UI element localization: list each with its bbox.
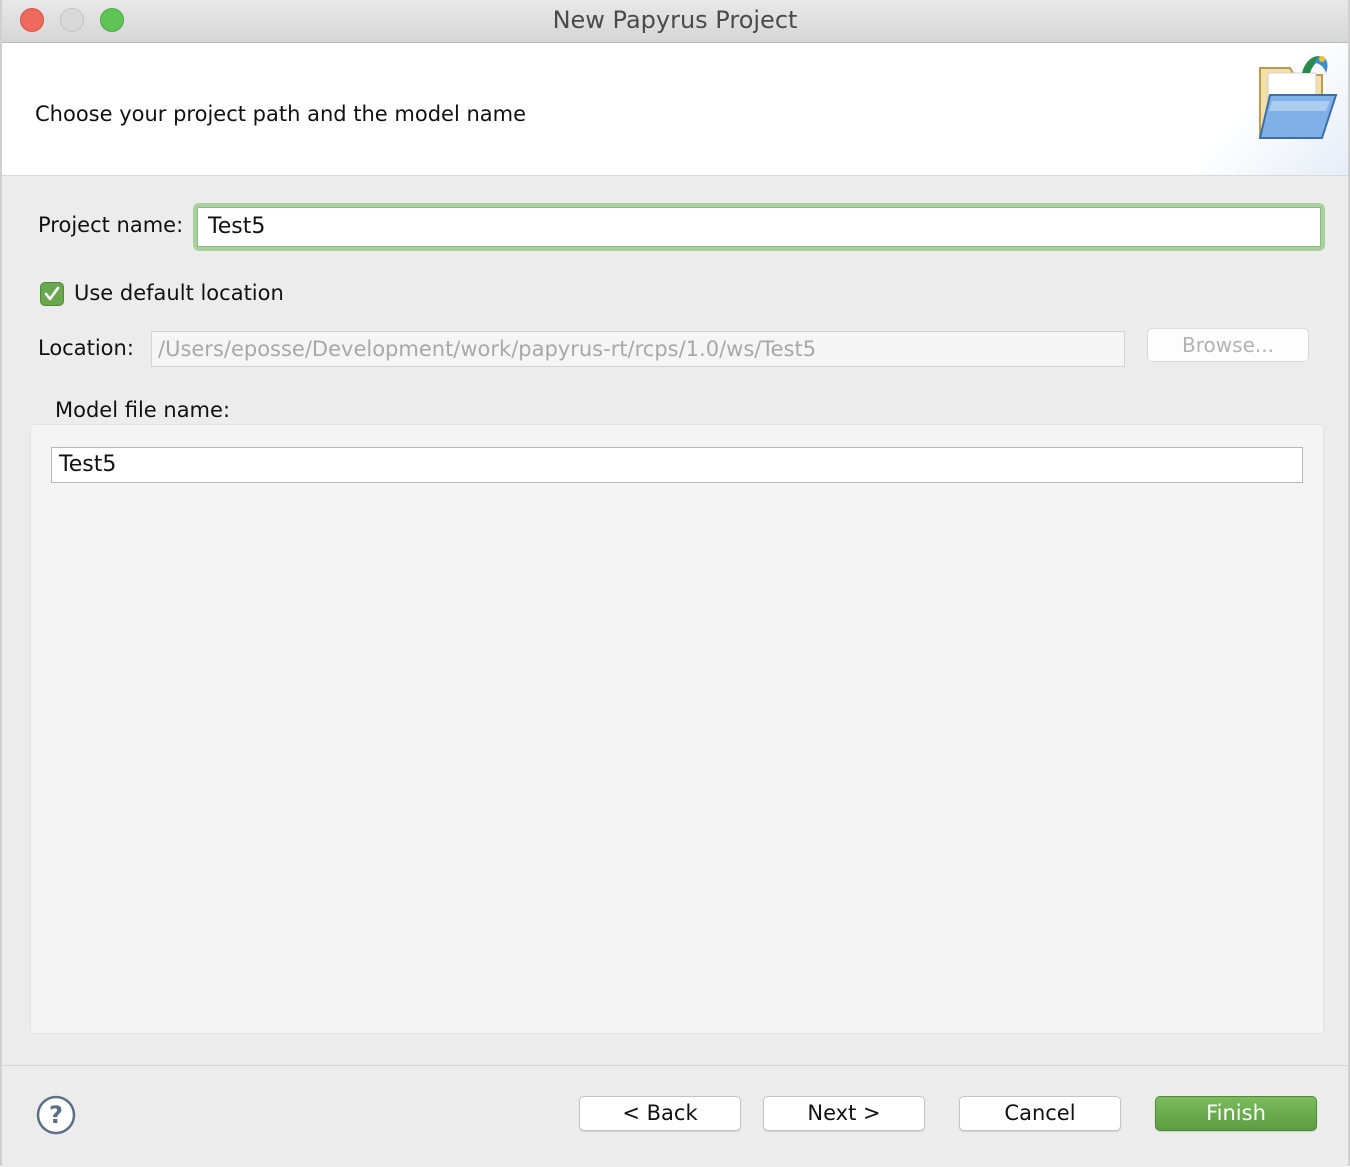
project-name-label: Project name: bbox=[38, 213, 184, 237]
help-icon: ? bbox=[36, 1095, 76, 1135]
wizard-page: Project name: Test5 Use default location… bbox=[2, 176, 1348, 1066]
cancel-button[interactable]: Cancel bbox=[959, 1096, 1121, 1131]
banner-image bbox=[1198, 43, 1348, 175]
new-papyrus-project-dialog: New Papyrus Project Choose your project … bbox=[0, 0, 1350, 1167]
help-button[interactable]: ? bbox=[36, 1095, 76, 1135]
banner-message: Choose your project path and the model n… bbox=[35, 102, 527, 126]
location-input: /Users/eposse/Development/work/papyrus-r… bbox=[151, 331, 1125, 367]
location-label: Location: bbox=[38, 336, 134, 360]
model-file-group bbox=[30, 424, 1324, 1034]
finish-button[interactable]: Finish bbox=[1155, 1096, 1317, 1131]
wizard-banner: Choose your project path and the model n… bbox=[2, 43, 1348, 176]
model-file-name-label: Model file name: bbox=[55, 398, 231, 422]
svg-text:?: ? bbox=[49, 1101, 63, 1129]
next-button[interactable]: Next > bbox=[763, 1096, 925, 1131]
use-default-location-checkbox[interactable] bbox=[40, 282, 64, 306]
project-name-field[interactable]: Test5 bbox=[193, 203, 1325, 251]
folder-open-icon bbox=[1258, 56, 1338, 139]
back-button[interactable]: < Back bbox=[579, 1096, 741, 1131]
model-file-name-input[interactable]: Test5 bbox=[51, 447, 1303, 483]
browse-button: Browse... bbox=[1147, 328, 1309, 362]
checkmark-icon bbox=[44, 286, 60, 301]
window-title: New Papyrus Project bbox=[552, 6, 798, 34]
project-name-input[interactable]: Test5 bbox=[197, 207, 1321, 247]
use-default-location-label[interactable]: Use default location bbox=[74, 281, 284, 305]
title-bar[interactable]: New Papyrus Project bbox=[2, 0, 1348, 43]
button-bar: ? < Back Next > Cancel Finish bbox=[2, 1065, 1348, 1167]
